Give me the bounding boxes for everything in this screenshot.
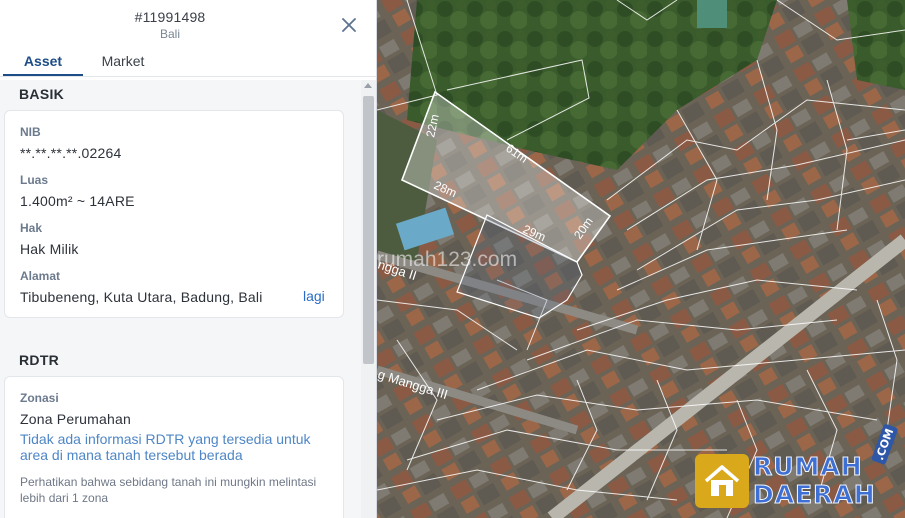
- close-icon: [342, 18, 356, 32]
- field-label-alamat: Alamat: [20, 269, 61, 283]
- field-value-hak: Hak Milik: [20, 241, 79, 257]
- section-title-basik: BASIK: [19, 86, 65, 102]
- field-label-nib: NIB: [20, 125, 41, 139]
- field-label-zonasi: Zonasi: [20, 391, 59, 405]
- watermark: rumah123.com: [377, 248, 517, 271]
- tab-market[interactable]: Market: [86, 48, 160, 76]
- field-value-alamat: Tibubeneng, Kuta Utara, Badung, Bali: [20, 289, 263, 305]
- logo-text-daerah: DAERAH: [753, 480, 876, 510]
- panel-scrollbar[interactable]: [361, 80, 376, 518]
- logo-house-badge: [695, 454, 749, 508]
- field-value-luas: 1.400m² ~ 14ARE: [20, 193, 135, 209]
- tab-divider: [0, 76, 376, 77]
- rdtr-card: Zonasi Zona Perumahan Tidak ada informas…: [4, 376, 344, 518]
- asset-panel: #11991498 Bali Asset Market BASIK NIB **…: [0, 0, 377, 518]
- asset-id: #11991498: [134, 9, 206, 25]
- scroll-up-icon[interactable]: [364, 83, 372, 88]
- satellite-map[interactable]: 22m 61m 28m 29m 20m ngga II g Mangga III…: [377, 0, 905, 518]
- field-label-luas: Luas: [20, 173, 49, 187]
- rdtr-note: Perhatikan bahwa sebidang tanah ini mung…: [20, 475, 317, 505]
- basik-card: NIB **.**.**.**.02264 Luas 1.400m² ~ 14A…: [4, 110, 344, 318]
- logo-text-rumah: RUMAH: [753, 452, 863, 482]
- close-button[interactable]: [338, 14, 360, 36]
- tab-bar: Asset Market: [0, 48, 376, 76]
- field-value-zonasi: Zona Perumahan: [20, 411, 131, 427]
- section-title-rdtr: RDTR: [19, 352, 60, 368]
- tab-asset[interactable]: Asset: [3, 48, 83, 76]
- map-pool-top: [697, 0, 727, 28]
- scrollbar-thumb[interactable]: [363, 96, 374, 364]
- more-link[interactable]: lagi: [303, 288, 325, 304]
- rdtr-info: Tidak ada informasi RDTR yang tersedia u…: [20, 431, 311, 463]
- asset-region: Bali: [159, 27, 180, 41]
- map-canvas[interactable]: 22m 61m 28m 29m 20m ngga II g Mangga III…: [377, 0, 905, 518]
- panel-header: #11991498 Bali Asset Market: [0, 0, 376, 80]
- field-label-hak: Hak: [20, 221, 43, 235]
- rumahdaerah-logo: RUMAH DAERAH .COM: [695, 423, 900, 512]
- field-value-nib: **.**.**.**.02264: [20, 145, 122, 161]
- house-icon: [704, 465, 740, 496]
